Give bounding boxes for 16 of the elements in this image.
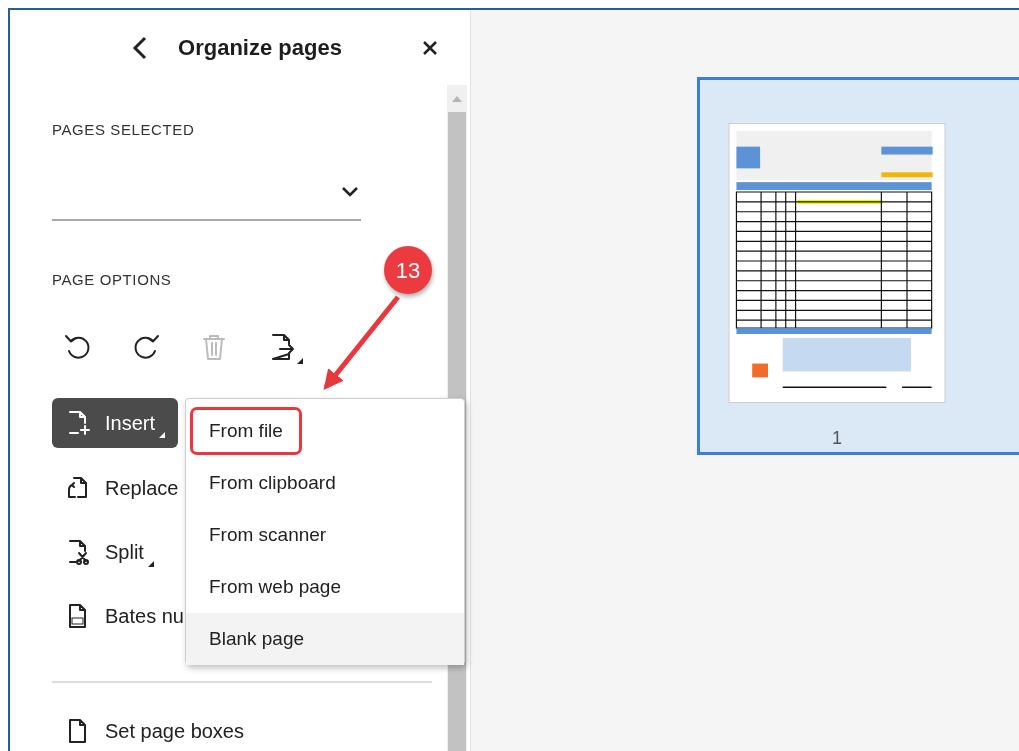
panel-title: Organize pages	[178, 34, 342, 62]
chevron-down-icon	[341, 186, 359, 198]
close-icon	[423, 40, 437, 55]
page-action-button[interactable]: Set page boxes	[52, 711, 260, 751]
page-number: 1	[832, 427, 842, 450]
page-scissors-icon	[66, 539, 90, 565]
page-thumbnail[interactable]: 1	[697, 77, 1019, 455]
page-plus-icon	[66, 410, 90, 436]
section-label: PAGE OPTIONS	[52, 271, 173, 289]
back-icon	[132, 35, 149, 60]
section-label: PAGES SELECTED	[52, 121, 196, 139]
page-action-button[interactable]: Split	[52, 520, 160, 584]
page-swap-icon	[66, 475, 90, 501]
menu-item[interactable]: From file	[186, 405, 464, 457]
menu-item[interactable]: Blank page	[186, 613, 464, 665]
page-action-button[interactable]: Insert	[52, 398, 178, 448]
